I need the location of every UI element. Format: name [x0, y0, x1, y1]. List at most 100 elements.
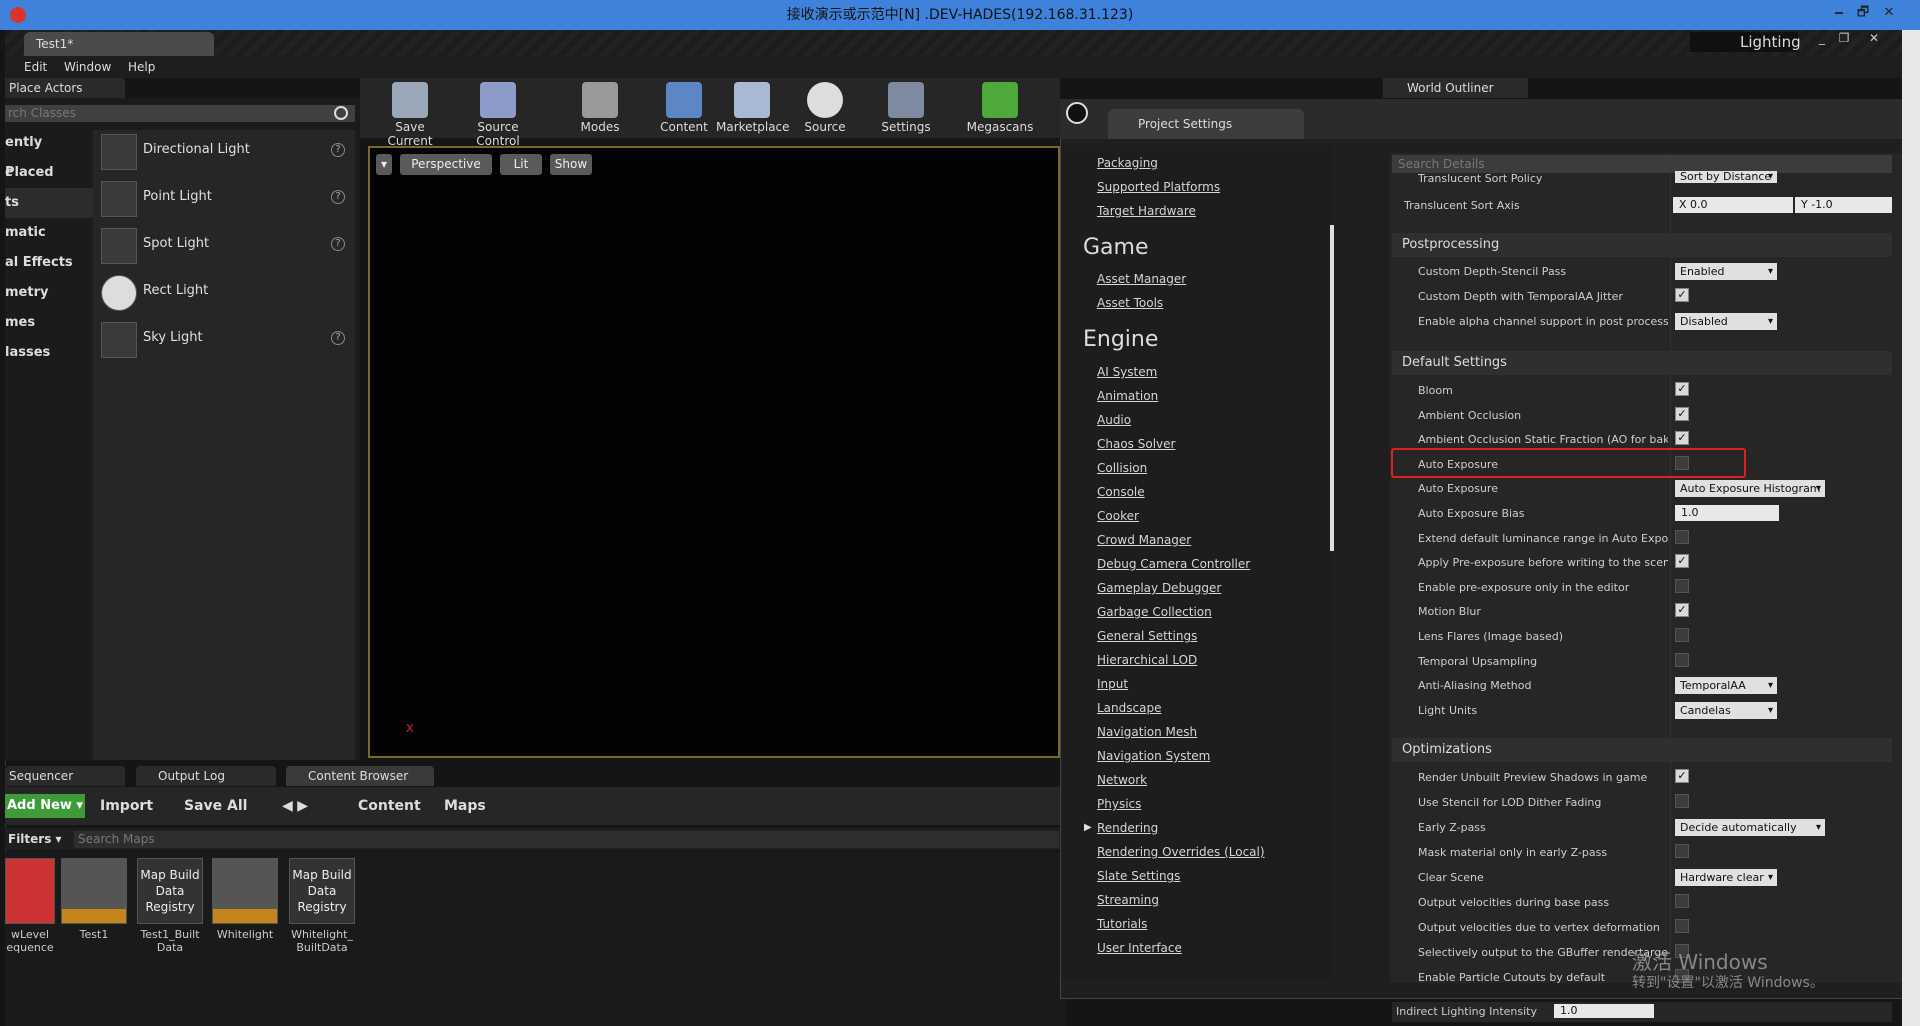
help-icon[interactable]: ?	[331, 143, 345, 157]
setting-dropdown[interactable]: Hardware clear	[1675, 869, 1777, 886]
minimize-icon[interactable]: 🗕	[1826, 3, 1852, 23]
perspective-button[interactable]: Perspective	[400, 154, 492, 175]
rendering-expand-icon[interactable]: ▶	[1084, 822, 1092, 833]
optimizations-section-header[interactable]: Optimizations	[1392, 738, 1892, 762]
menu-edit[interactable]: Edit	[24, 60, 47, 74]
help-icon[interactable]: ?	[331, 190, 345, 204]
history-arrows[interactable]: ◀ ▶	[282, 798, 308, 814]
editor-close-icon[interactable]: ✕	[1864, 31, 1884, 47]
source-button[interactable]: Source	[794, 80, 856, 138]
setting-dropdown[interactable]: Disabled	[1675, 313, 1777, 330]
setting-dropdown[interactable]: TemporalAA	[1675, 677, 1777, 695]
nav-engine-item[interactable]: AI System	[1097, 365, 1157, 379]
place-actors-tab[interactable]: Place Actors	[5, 78, 125, 98]
tab-content-browser[interactable]: Content Browser	[286, 766, 434, 786]
nav-asset-tools[interactable]: Asset Tools	[1097, 296, 1163, 310]
actor-directional-light[interactable]: Directional Light ?	[93, 130, 355, 177]
checked-checkbox[interactable]: ✓	[1675, 769, 1689, 783]
show-button[interactable]: Show	[550, 154, 592, 175]
postprocessing-section-header[interactable]: Postprocessing	[1392, 233, 1892, 257]
nav-engine-item[interactable]: Audio	[1097, 413, 1131, 427]
unchecked-checkbox[interactable]	[1675, 794, 1689, 808]
category-basic[interactable]: c	[5, 158, 93, 188]
setting-dropdown[interactable]: Enabled	[1675, 263, 1777, 280]
nav-engine-item[interactable]: Cooker	[1097, 509, 1139, 523]
indirect-lighting-field[interactable]: 1.0	[1554, 1004, 1654, 1018]
asset-test1[interactable]: Test1	[61, 858, 127, 941]
restore-icon[interactable]: 🗗	[1850, 3, 1876, 23]
editor-restore-icon[interactable]: ❐	[1834, 31, 1854, 47]
nav-engine-item[interactable]: Physics	[1097, 797, 1141, 811]
nav-engine-item[interactable]: Crowd Manager	[1097, 533, 1191, 547]
nav-engine-item[interactable]: Gameplay Debugger	[1097, 581, 1221, 595]
add-new-button[interactable]: Add New ▾	[5, 794, 85, 818]
nav-engine-item[interactable]: Chaos Solver	[1097, 437, 1175, 451]
unchecked-checkbox[interactable]	[1675, 919, 1689, 933]
checked-checkbox[interactable]: ✓	[1675, 382, 1689, 396]
category-cinematic[interactable]: matic	[5, 218, 93, 248]
checked-checkbox[interactable]: ✓	[1675, 431, 1689, 446]
unchecked-checkbox[interactable]	[1675, 652, 1689, 667]
setting-dropdown[interactable]: Candelas	[1675, 701, 1777, 719]
nav-engine-item[interactable]: Tutorials	[1097, 917, 1147, 931]
nav-scrollbar[interactable]	[1330, 225, 1334, 551]
checked-checkbox[interactable]: ✓	[1675, 288, 1689, 302]
default_settings-section-header[interactable]: Default Settings	[1392, 351, 1892, 375]
level-viewport[interactable]	[368, 146, 1060, 758]
content-button[interactable]: Content	[654, 80, 714, 138]
search-details-input[interactable]: Search Details	[1392, 155, 1892, 173]
search-maps-input[interactable]: Search Maps	[74, 831, 1059, 848]
lit-button[interactable]: Lit	[500, 154, 542, 175]
nav-engine-item[interactable]: Console	[1097, 485, 1145, 499]
level-tab[interactable]: Test1*	[24, 32, 214, 56]
editor-minimize-icon[interactable]: _	[1812, 31, 1832, 47]
asset-level-sequence[interactable]: wLevel equence	[5, 858, 55, 954]
category-recently-placed[interactable]: ently Placed	[5, 128, 93, 180]
actor-sky-light[interactable]: Sky Light ?	[93, 318, 355, 365]
actor-point-light[interactable]: Point Light ?	[93, 177, 355, 224]
help-icon[interactable]: ?	[331, 331, 345, 345]
checked-checkbox[interactable]: ✓	[1675, 603, 1689, 618]
nav-engine-item[interactable]: Collision	[1097, 461, 1147, 475]
translucent-sort-axis-label[interactable]: Translucent Sort Axis	[1404, 199, 1654, 212]
nav-asset-manager[interactable]: Asset Manager	[1097, 272, 1186, 286]
nav-packaging[interactable]: Packaging	[1097, 156, 1158, 170]
category-all-classes[interactable]: lasses	[5, 338, 93, 368]
source-control-button[interactable]: Source Control	[454, 80, 542, 148]
search-icon[interactable]	[334, 106, 348, 120]
menu-help[interactable]: Help	[128, 60, 155, 74]
nav-engine-item[interactable]: Navigation System	[1097, 749, 1210, 763]
unchecked-checkbox[interactable]	[1675, 628, 1689, 642]
sort-axis-x-field[interactable]: X 0.0	[1673, 197, 1793, 213]
breadcrumb-maps[interactable]: Maps	[444, 798, 486, 814]
remote-scrollbar[interactable]	[1902, 30, 1920, 1026]
search-classes-input[interactable]: rch Classes	[5, 105, 355, 122]
sort-axis-y-field[interactable]: Y -1.0	[1795, 197, 1892, 213]
nav-engine-item[interactable]: Rendering Overrides (Local)	[1097, 845, 1265, 859]
marketplace-button[interactable]: Marketplace	[716, 80, 790, 138]
setting-number-field[interactable]: 1.0	[1675, 505, 1779, 521]
nav-engine-item[interactable]: Network	[1097, 773, 1147, 787]
nav-engine-item[interactable]: User Interface	[1097, 941, 1182, 955]
setting-dropdown[interactable]: Decide automatically	[1675, 819, 1825, 836]
category-volumes[interactable]: mes	[5, 308, 93, 338]
checked-checkbox[interactable]: ✓	[1675, 554, 1689, 569]
asset-whitelight[interactable]: Whitelight	[212, 858, 278, 941]
nav-engine-item[interactable]: Debug Camera Controller	[1097, 557, 1250, 571]
category-lights[interactable]: ts	[5, 188, 93, 218]
nav-engine-item[interactable]: Rendering	[1097, 821, 1158, 835]
unchecked-checkbox[interactable]	[1675, 529, 1689, 544]
nav-engine-item[interactable]: Slate Settings	[1097, 869, 1180, 883]
nav-engine-item[interactable]: General Settings	[1097, 629, 1197, 643]
nav-engine-item[interactable]: Hierarchical LOD	[1097, 653, 1197, 667]
tab-output-log[interactable]: Output Log	[136, 766, 276, 786]
nav-engine-item[interactable]: Streaming	[1097, 893, 1159, 907]
project-settings-tab[interactable]: Project Settings	[1108, 109, 1304, 139]
breadcrumb-content[interactable]: Content	[358, 798, 421, 814]
asset-whitelight-built-data[interactable]: Map Build Data Registry Whitelight_ Built…	[289, 858, 355, 954]
category-geometry[interactable]: metry	[5, 278, 93, 308]
unchecked-checkbox[interactable]	[1675, 578, 1689, 593]
nav-target-hardware[interactable]: Target Hardware	[1097, 204, 1196, 218]
megascans-button[interactable]: Megascans	[962, 80, 1038, 138]
actor-rect-light[interactable]: Rect Light	[93, 271, 355, 318]
